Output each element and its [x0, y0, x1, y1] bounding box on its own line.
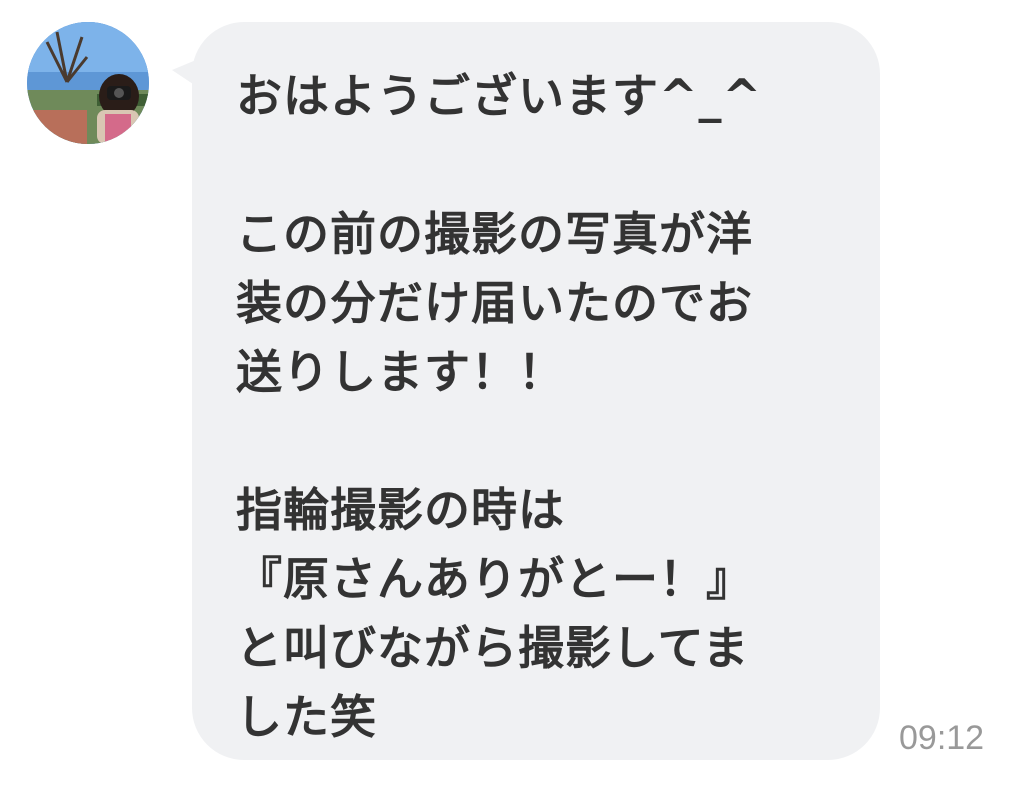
message-line: この前の撮影の写真が洋 [236, 207, 753, 261]
profile-photo-icon [27, 22, 149, 144]
incoming-message-row: おはようございます^_^ この前の撮影の写真が洋 装の分だけ届いたのでお 送りし… [0, 0, 1024, 807]
message-line: 装の分だけ届いたのでお [236, 276, 753, 330]
message-line: した笑 [236, 690, 377, 744]
message-line: 指輪撮影の時は [236, 483, 565, 537]
message-line: おはようございます^_^ [236, 69, 763, 123]
message-line [236, 131, 836, 200]
message-line [236, 407, 836, 476]
sender-avatar[interactable] [27, 22, 149, 144]
message-timestamp: 09:12 [899, 719, 985, 757]
message-line: 『原さんありがとー！』 [236, 552, 753, 606]
message-bubble[interactable]: おはようございます^_^ この前の撮影の写真が洋 装の分だけ届いたのでお 送りし… [192, 22, 880, 760]
message-line: と叫びながら撮影してま [236, 621, 750, 675]
message-line: 送りします！！ [236, 345, 565, 399]
